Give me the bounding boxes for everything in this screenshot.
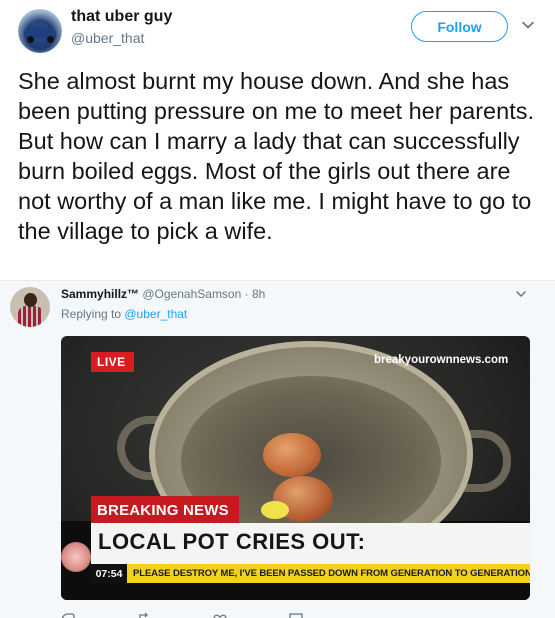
reply-icon[interactable] [61, 613, 75, 618]
live-badge: LIVE [91, 352, 134, 372]
display-name[interactable]: that uber guy [71, 8, 172, 26]
headline-bar: LOCAL POT CRIES OUT: [91, 523, 530, 564]
egg-yolk [261, 501, 289, 519]
follow-button[interactable]: Follow [411, 11, 508, 42]
breaking-news-label: BREAKING NEWS [91, 496, 239, 524]
ticker-message: PLEASE DESTROY ME, I'VE BEEN PASSED DOWN… [133, 568, 530, 579]
burnt-egg [263, 433, 321, 477]
reply-avatar[interactable] [10, 287, 50, 327]
chevron-down-icon[interactable] [521, 18, 535, 32]
news-image[interactable]: LIVE breakyourownnews.com BREAKING NEWS … [61, 336, 530, 600]
main-tweet: that uber guy @uber_that Follow She almo… [0, 0, 555, 280]
replying-to-link[interactable]: @uber_that [124, 307, 187, 321]
reply-display-name[interactable]: Sammyhillz™ [61, 287, 139, 301]
replying-to-label: Replying to [61, 307, 125, 321]
message-icon[interactable] [289, 613, 303, 618]
avatar[interactable] [18, 9, 62, 53]
like-icon[interactable] [213, 613, 227, 618]
news-source: breakyourownnews.com [374, 354, 509, 366]
reply-tweet: Sammyhillz™ @OgenahSamson · 8h Replying … [0, 280, 555, 618]
news-ticker: PLEASE DESTROY ME, I'VE BEEN PASSED DOWN… [127, 564, 530, 583]
tweet-text: She almost burnt my house down. And she … [18, 68, 535, 244]
reply-author[interactable]: Sammyhillz™ @OgenahSamson · 8h [61, 287, 265, 301]
chevron-down-icon[interactable] [515, 288, 527, 300]
action-bar [61, 613, 481, 618]
reply-handle[interactable]: @OgenahSamson [142, 287, 241, 301]
headline: LOCAL POT CRIES OUT: [98, 529, 366, 554]
replying-to: Replying to @uber_that [61, 307, 187, 321]
reply-time[interactable]: · 8h [241, 287, 266, 301]
ticker-text: PLEASE DESTROY ME, I'VE BEEN PASSED DOWN… [133, 568, 530, 579]
ticker-time: 07:54 [91, 564, 127, 583]
flower [61, 542, 91, 572]
retweet-icon[interactable] [137, 613, 151, 618]
user-handle[interactable]: @uber_that [71, 30, 144, 46]
